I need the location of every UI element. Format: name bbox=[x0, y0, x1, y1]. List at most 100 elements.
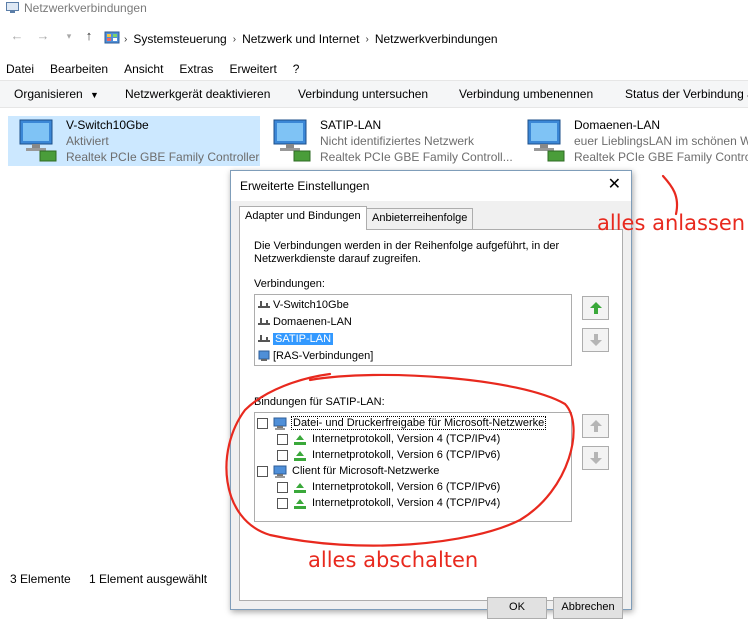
protocol-icon bbox=[294, 450, 306, 461]
move-down-button[interactable] bbox=[582, 328, 609, 352]
back-arrow-icon[interactable]: ← bbox=[8, 28, 26, 43]
organize-button[interactable]: Organisieren ▼ bbox=[14, 87, 99, 101]
disable-device-button[interactable]: Netzwerkgerät deaktivieren bbox=[125, 87, 270, 101]
annotation-alles-abschalten: alles abschalten bbox=[308, 548, 479, 572]
binding-label: Datei- und Druckerfreigabe für Microsoft… bbox=[290, 416, 547, 430]
list-item-label: V-Switch10Gbe bbox=[273, 299, 349, 311]
binding-item[interactable]: Internetprotokoll, Version 4 (TCP/IPv4) bbox=[277, 431, 500, 447]
up-arrow-icon[interactable]: ↑ bbox=[80, 28, 98, 43]
network-adapter-icon bbox=[16, 118, 60, 164]
breadcrumb-separator-icon: › bbox=[124, 33, 128, 45]
advanced-settings-dialog: Erweiterte Einstellungen ✕ Adapter und B… bbox=[230, 170, 632, 619]
list-item-label: SATIP-LAN bbox=[273, 333, 334, 345]
breadcrumb-systemsteuerung[interactable]: Systemsteuerung bbox=[133, 32, 226, 46]
checkbox[interactable] bbox=[277, 449, 288, 461]
connection-status-button[interactable]: Status der Verbindung a bbox=[625, 87, 748, 101]
recent-dropdown-icon[interactable]: ▾ bbox=[60, 31, 78, 42]
command-bar: Organisieren ▼ Netzwerkgerät deaktiviere… bbox=[0, 80, 748, 108]
control-panel-icon bbox=[104, 30, 120, 49]
breadcrumb-netzwerk-internet[interactable]: Netzwerk und Internet bbox=[242, 32, 359, 46]
gray-up-arrow-icon bbox=[590, 420, 602, 432]
tab-panel: Die Verbindungen werden in der Reihenfol… bbox=[239, 229, 623, 601]
window-title: Netzwerkverbindungen bbox=[24, 1, 147, 15]
address-row: ← → ▾ ↑ › Systemsteuerung › Netzwerk und… bbox=[0, 28, 748, 50]
checkbox[interactable] bbox=[277, 481, 288, 493]
binding-item[interactable]: Internetprotokoll, Version 6 (TCP/IPv6) bbox=[277, 479, 500, 495]
list-item[interactable]: V-Switch10Gbe bbox=[257, 297, 349, 313]
ok-button[interactable]: OK bbox=[487, 597, 547, 619]
description-text: Die Verbindungen werden in der Reihenfol… bbox=[254, 240, 560, 265]
organize-label: Organisieren bbox=[14, 87, 83, 101]
forward-arrow-icon[interactable]: → bbox=[34, 28, 52, 43]
bindings-tree[interactable]: Datei- und Druckerfreigabe für Microsoft… bbox=[254, 412, 572, 522]
annotation-alles-anlassen: alles anlassen bbox=[597, 211, 746, 235]
green-up-arrow-icon bbox=[590, 302, 602, 314]
binding-item[interactable]: Internetprotokoll, Version 6 (TCP/IPv6) bbox=[277, 447, 500, 463]
checkbox[interactable] bbox=[257, 465, 268, 477]
menu-erweitert[interactable]: Erweitert bbox=[229, 60, 276, 78]
connection-status: Aktiviert bbox=[66, 134, 109, 148]
file-printer-sharing-icon bbox=[273, 417, 287, 430]
menu-bearbeiten[interactable]: Bearbeiten bbox=[50, 60, 108, 78]
connection-name: Domaenen-LAN bbox=[574, 118, 661, 132]
binding-item[interactable]: Client für Microsoft-Netzwerke bbox=[257, 463, 439, 479]
list-item-selected[interactable]: SATIP-LAN bbox=[257, 331, 334, 347]
rename-connection-button[interactable]: Verbindung umbenennen bbox=[459, 87, 593, 101]
move-up-button[interactable] bbox=[582, 296, 609, 320]
checkbox[interactable] bbox=[257, 417, 268, 429]
client-network-icon bbox=[273, 465, 287, 478]
protocol-icon bbox=[294, 434, 306, 445]
breadcrumb-separator-icon: › bbox=[365, 33, 369, 45]
dialog-title: Erweiterte Einstellungen bbox=[240, 179, 370, 193]
network-connections-icon bbox=[6, 2, 19, 14]
menu-datei[interactable]: Datei bbox=[6, 60, 34, 78]
breadcrumb-netzwerkverbindungen[interactable]: Netzwerkverbindungen bbox=[375, 32, 498, 46]
tab-adapter-bindings[interactable]: Adapter und Bindungen bbox=[239, 206, 367, 230]
protocol-icon bbox=[294, 482, 306, 493]
connection-device: Realtek PCIe GBE Family Controller bbox=[66, 150, 260, 164]
breadcrumb-separator-icon: › bbox=[232, 33, 237, 45]
network-adapter-icon bbox=[270, 118, 314, 164]
gray-down-arrow-icon bbox=[590, 452, 602, 464]
list-item-label: [RAS-Verbindungen] bbox=[273, 350, 374, 362]
list-item[interactable]: [RAS-Verbindungen] bbox=[257, 348, 373, 364]
connection-item-satip-lan[interactable]: SATIP-LAN Nicht identifiziertes Netzwerk… bbox=[262, 116, 514, 166]
network-adapter-small-icon bbox=[258, 335, 270, 342]
breadcrumb: › Systemsteuerung › Netzwerk und Interne… bbox=[122, 30, 502, 48]
connections-list[interactable]: V-Switch10Gbe Domaenen-LAN SATIP-LAN [RA… bbox=[254, 294, 572, 366]
binding-label: Internetprotokoll, Version 6 (TCP/IPv6) bbox=[312, 449, 501, 461]
binding-label: Internetprotokoll, Version 6 (TCP/IPv6) bbox=[312, 481, 501, 493]
menu-bar: Datei Bearbeiten Ansicht Extras Erweiter… bbox=[0, 60, 748, 78]
binding-item[interactable]: Internetprotokoll, Version 4 (TCP/IPv4) bbox=[277, 495, 500, 511]
gray-down-arrow-icon bbox=[590, 334, 602, 346]
binding-label: Internetprotokoll, Version 4 (TCP/IPv4) bbox=[312, 497, 501, 509]
list-item[interactable]: Domaenen-LAN bbox=[257, 314, 352, 330]
close-icon[interactable]: ✕ bbox=[608, 176, 621, 194]
connection-name: V-Switch10Gbe bbox=[66, 118, 149, 132]
connection-device: Realtek PCIe GBE Family Controll... bbox=[320, 150, 513, 164]
network-adapter-icon bbox=[524, 118, 568, 164]
chevron-down-icon: ▼ bbox=[90, 90, 99, 100]
connection-item-domaenen-lan[interactable]: Domaenen-LAN euer LieblingsLAN im schöne… bbox=[516, 116, 748, 166]
checkbox[interactable] bbox=[277, 497, 288, 509]
diagnose-connection-button[interactable]: Verbindung untersuchen bbox=[298, 87, 428, 101]
annotation-pointer-line bbox=[661, 174, 679, 216]
window-titlebar: Netzwerkverbindungen bbox=[0, 0, 748, 18]
connection-item-v-switch10gbe[interactable]: V-Switch10Gbe Aktiviert Realtek PCIe GBE… bbox=[8, 116, 260, 166]
menu-extras[interactable]: Extras bbox=[179, 60, 213, 78]
bindings-label: Bindungen für SATIP-LAN: bbox=[254, 396, 385, 408]
protocol-icon bbox=[294, 498, 306, 509]
menu-help[interactable]: ? bbox=[293, 60, 300, 78]
tab-provider-order[interactable]: Anbieterreihenfolge bbox=[366, 208, 474, 229]
checkbox[interactable] bbox=[277, 433, 288, 445]
cancel-button[interactable]: Abbrechen bbox=[553, 597, 623, 619]
menu-ansicht[interactable]: Ansicht bbox=[124, 60, 163, 78]
dialog-titlebar: Erweiterte Einstellungen ✕ bbox=[231, 171, 631, 201]
binding-label: Client für Microsoft-Netzwerke bbox=[292, 465, 440, 477]
binding-label: Internetprotokoll, Version 4 (TCP/IPv4) bbox=[312, 433, 501, 445]
binding-move-up-button[interactable] bbox=[582, 414, 609, 438]
binding-item[interactable]: Datei- und Druckerfreigabe für Microsoft… bbox=[257, 415, 547, 431]
binding-move-down-button[interactable] bbox=[582, 446, 609, 470]
connection-status: euer LieblingsLAN im schönen W bbox=[574, 134, 748, 148]
connection-device: Realtek PCIe GBE Family Controll bbox=[574, 150, 748, 164]
